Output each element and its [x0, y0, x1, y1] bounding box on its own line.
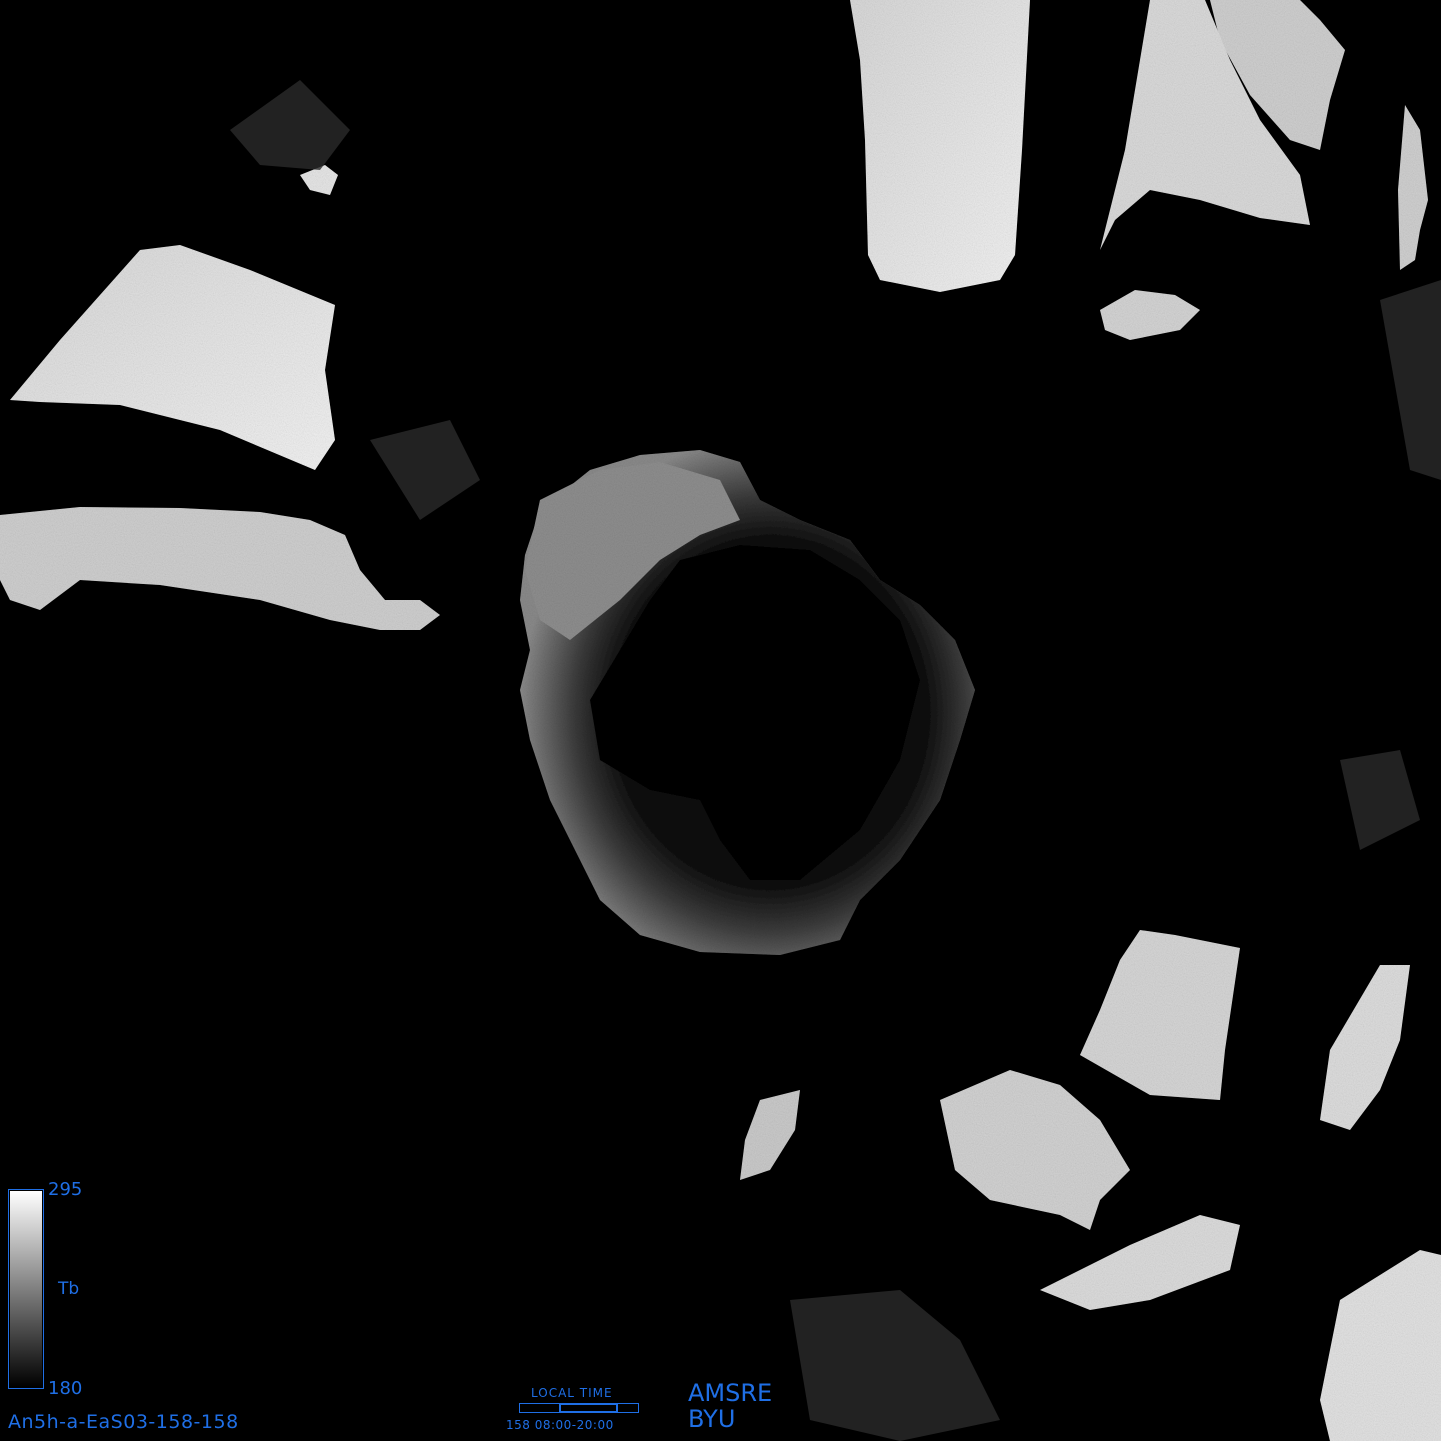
- sensor-label: AMSRE: [688, 1379, 773, 1407]
- organization-label: BYU: [688, 1405, 736, 1433]
- colorbar-min-label: 180: [48, 1378, 83, 1399]
- local-time-bar: [519, 1403, 639, 1413]
- local-time-window: [559, 1403, 619, 1413]
- local-time-range: 158 08:00-20:00: [506, 1418, 614, 1432]
- brightness-temperature-map: [0, 0, 1441, 1441]
- colorbar-max-label: 295: [48, 1179, 83, 1200]
- colorbar: [8, 1189, 44, 1389]
- colorbar-unit-label: Tb: [58, 1279, 80, 1299]
- image-id-label: An5h-a-EaS03-158-158: [8, 1411, 239, 1433]
- colorbar-gradient: [10, 1191, 42, 1387]
- local-time-label: LOCAL TIME: [531, 1386, 613, 1400]
